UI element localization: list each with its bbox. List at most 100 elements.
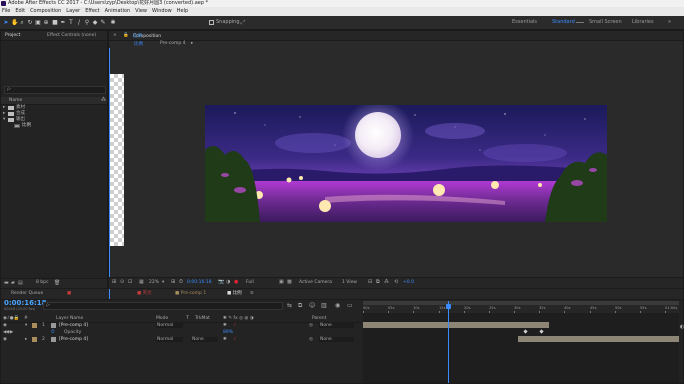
camera-dropdown[interactable]: Active Camera [299, 280, 332, 285]
current-time-indicator-head[interactable] [446, 304, 451, 309]
graph-editor-icon[interactable]: ▭ [347, 302, 353, 309]
pixel-aspect-icon[interactable]: ⊟ [368, 279, 372, 285]
comp-mini-flowchart-icon[interactable]: ⇆ [287, 302, 292, 309]
workspace-small-screen[interactable]: Small Screen [589, 18, 622, 27]
layer-property-row[interactable]: ◀◆▶ ⏱ Opacity 89% [1, 329, 361, 336]
snapshot-icon[interactable]: 📷 [218, 279, 224, 285]
rectangle-tool-icon[interactable]: ■ [52, 19, 58, 26]
motion-blur-icon[interactable]: ◉ [335, 302, 340, 309]
tab-comp-1[interactable]: ■ [67, 290, 71, 297]
project-item-comp[interactable]: 比例 [1, 123, 107, 129]
type-tool-icon[interactable]: T [68, 19, 74, 26]
collapse-transform-switch-icon[interactable]: ✱ [223, 336, 227, 343]
zoom-tool-icon[interactable]: ⌕ [19, 19, 25, 26]
menu-file[interactable]: File [2, 7, 10, 16]
workspace-menu-icon[interactable] [576, 22, 584, 23]
menu-composition[interactable]: Composition [30, 7, 61, 16]
visibility-eye-icon[interactable]: ◉ [3, 336, 7, 343]
menu-layer[interactable]: Layer [66, 7, 80, 16]
always-preview-icon[interactable]: ⊞ [112, 279, 116, 285]
layer-name[interactable]: [Pre-comp 4] [59, 322, 88, 329]
chevron-down-icon[interactable]: ▾ [162, 280, 164, 285]
close-tab-icon[interactable]: ≡ [250, 290, 254, 297]
shy-layers-icon[interactable]: ☺ [309, 302, 315, 309]
brush-tool-icon[interactable]: / [76, 19, 82, 26]
breadcrumb-comp-active[interactable]: 比例 [134, 41, 143, 47]
more-workspaces-icon[interactable]: » [668, 18, 671, 27]
expand-arrow-icon[interactable]: ▸ [25, 336, 27, 343]
composition-canvas[interactable] [205, 105, 607, 222]
layer-name[interactable]: [Pre-comp 4] [59, 336, 88, 343]
workspace-standard[interactable]: Standard [552, 18, 575, 27]
menu-animation[interactable]: Animation [105, 7, 131, 16]
property-value[interactable]: 89% [223, 329, 233, 336]
puppet-pin-tool-icon[interactable]: ✱ [110, 19, 116, 26]
frame-blending-icon[interactable]: ▥ [321, 302, 327, 309]
flowchart-icon[interactable]: ⁂ [101, 97, 106, 104]
resolution-dropdown[interactable]: Full [246, 280, 254, 285]
layer-row-1[interactable]: ◉ ▾ 1 [Pre-comp 4] Normal ✱ / ◎ None [1, 322, 361, 329]
exposure-value[interactable]: +0.0 [403, 280, 414, 285]
timeline-link-icon[interactable]: ⧉ [376, 279, 380, 285]
channel-icon[interactable]: ● [234, 279, 238, 285]
pen-tool-icon[interactable]: ✒ [60, 19, 66, 26]
quality-switch-icon[interactable]: / [234, 336, 236, 343]
delete-icon[interactable]: 🗑 [54, 280, 60, 286]
interpret-footage-icon[interactable]: ▬ [4, 280, 9, 286]
layer-row-2[interactable]: ◉ ▸ 2 [Pre-comp 4] Normal None ✱ / ◎ Non… [1, 336, 361, 343]
trkmat-dropdown[interactable]: None [191, 337, 218, 342]
project-search-input[interactable]: ρ- [4, 86, 106, 94]
selection-tool-icon[interactable]: ➤ [3, 19, 9, 26]
layer-duration-bar[interactable] [518, 336, 679, 342]
visibility-eye-icon[interactable]: ◉ [3, 322, 7, 329]
toggle-transparency-grid-icon[interactable]: ▦ [139, 279, 144, 285]
tab-pre-comp-1[interactable]: ■ Pre-comp 1 [175, 290, 206, 297]
tab-project[interactable]: Project [5, 32, 20, 39]
eraser-tool-icon[interactable]: ◆ [92, 19, 98, 26]
mode-dropdown[interactable]: Normal [156, 323, 183, 328]
pan-behind-tool-icon[interactable]: ⊕ [43, 19, 49, 26]
current-time-indicator[interactable] [448, 301, 449, 383]
scroll-nub-icon[interactable]: ◐ [680, 324, 684, 330]
panel-close-icon[interactable]: × [113, 32, 117, 39]
keyframe-diamond[interactable] [539, 329, 544, 334]
parent-pickwhip-icon[interactable]: ◎ [309, 336, 313, 343]
collapse-arrow-icon[interactable]: ▾ [25, 322, 27, 329]
views-dropdown[interactable]: 1 View [342, 280, 357, 285]
current-time-icon[interactable]: ⏱ [179, 279, 183, 285]
snapping-options-icon[interactable]: ⤢ [240, 19, 246, 26]
time-ruler[interactable]: 00s 05s 10s 15s 20s 25s 30s 35s 40s 45s 50s 55s 01:0… [363, 305, 679, 313]
tab-render-queue[interactable]: Render Queue [11, 290, 43, 297]
mask-visibility-icon[interactable]: ⊙ [120, 279, 124, 285]
label-color-swatch[interactable] [32, 323, 37, 328]
breadcrumb-arrow-icon[interactable]: ▸ [191, 41, 193, 46]
roto-brush-tool-icon[interactable]: ✎ [100, 19, 106, 26]
label-color-swatch[interactable] [32, 337, 37, 342]
column-name-label[interactable]: Name [9, 97, 22, 104]
choose-grid-icon[interactable]: ⊞ [171, 279, 175, 285]
menu-edit[interactable]: Edit [15, 7, 25, 16]
camera-tool-icon[interactable]: ▣ [35, 19, 41, 26]
timeline-search-input[interactable]: ρ- [43, 302, 283, 310]
workspace-essentials[interactable]: Essentials [512, 18, 537, 27]
composition-timecode[interactable]: 0:00:16:18 [187, 280, 212, 285]
clone-stamp-tool-icon[interactable]: ⚲ [84, 19, 90, 26]
show-snapshot-icon[interactable]: ◑ [226, 279, 230, 285]
tab-comp-english[interactable]: ■ 英文 [137, 290, 152, 297]
hand-tool-icon[interactable]: ✋ [11, 19, 18, 26]
parent-dropdown[interactable]: None [319, 323, 354, 328]
new-composition-icon[interactable]: ▤ [18, 280, 23, 286]
menu-view[interactable]: View [135, 7, 147, 16]
workspace-libraries[interactable]: Libraries [632, 18, 654, 27]
lock-icon[interactable]: 🔒 [123, 32, 129, 39]
timeline-graph[interactable]: 00s 05s 10s 15s 20s 25s 30s 35s 40s 45s 50s 55s 01:0… [363, 301, 679, 383]
parent-dropdown[interactable]: None [319, 337, 354, 342]
layer-duration-bar[interactable] [363, 322, 549, 328]
collapse-transform-switch-icon[interactable]: ✱ [223, 322, 227, 329]
transparency-grid-icon[interactable]: ▩ [287, 279, 292, 285]
breadcrumb-precomp[interactable]: Pre-comp 4 [160, 41, 186, 46]
tab-comp-active[interactable]: ■ 比例 [227, 290, 242, 297]
timeline-timecode[interactable]: 0:00:16:18 [4, 299, 47, 307]
fast-previews-icon[interactable]: ▣ [279, 279, 284, 285]
region-of-interest-icon[interactable]: ⊡ [128, 279, 132, 285]
